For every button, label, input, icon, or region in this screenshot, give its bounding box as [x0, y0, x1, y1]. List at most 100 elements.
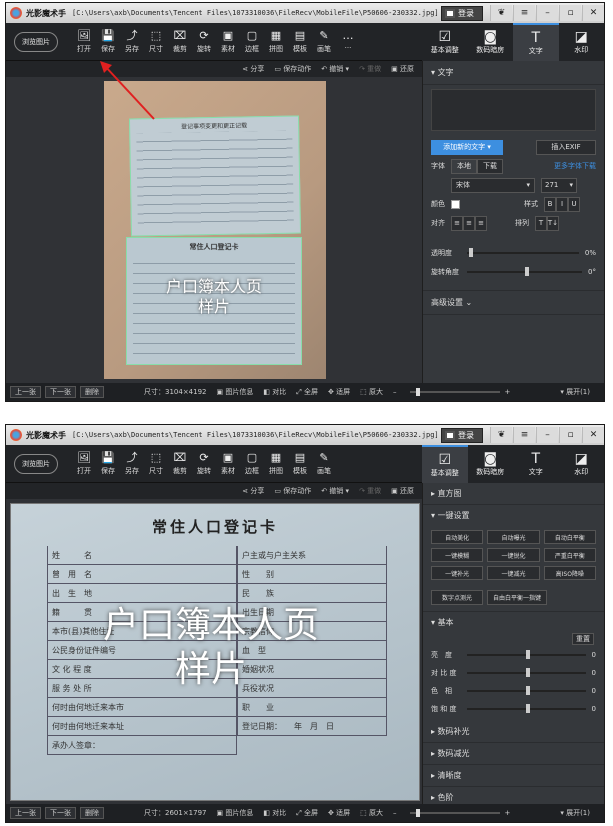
rotate-slider[interactable] [467, 267, 583, 276]
tab-text[interactable]: T 文字 [513, 23, 559, 61]
save-button[interactable]: 💾 保存 [96, 29, 120, 54]
expand-button[interactable]: ▾ 展开(1) [560, 808, 590, 818]
prev-button[interactable]: 上一张 [10, 386, 41, 398]
basic-section[interactable]: ▾ 基本 [423, 611, 604, 633]
align-right-icon[interactable]: ≡ [475, 215, 487, 231]
align-left-icon[interactable]: ≡ [451, 215, 463, 231]
crop-button[interactable]: ⌧ 裁剪 [168, 451, 192, 476]
rotate-button[interactable]: ⟳ 旋转 [192, 451, 216, 476]
redo-button[interactable]: ↷ 重做 [359, 64, 381, 74]
adjust-slider[interactable] [467, 650, 586, 659]
opacity-slider[interactable] [467, 248, 579, 257]
login-button[interactable]: 登录 [441, 5, 483, 21]
tab-text[interactable]: T 文字 [513, 445, 559, 483]
image-canvas[interactable]: 常住人口登记卡 姓 名曾 用 名出 生 地籍 贯本市(县)其他住址 公民身份证件编… [6, 499, 424, 805]
restore-button[interactable]: ▣ 还原 [391, 486, 414, 496]
adjust-slider[interactable] [467, 704, 586, 713]
tab-watermark[interactable]: ◪ 水印 [559, 23, 605, 61]
tab-darkroom[interactable]: ◙ 数码暗房 [468, 445, 514, 483]
adjust-section[interactable]: ▸ 清晰度 [423, 765, 604, 787]
onekey-button[interactable]: 严重白平衡 [543, 548, 596, 562]
onekey-button[interactable]: 一键减光 [487, 566, 540, 580]
font-select[interactable]: 宋体 ▾ [451, 177, 535, 193]
horizontal-text-icon[interactable]: T [535, 215, 547, 231]
brush-button[interactable]: ✎ 画笔 [312, 451, 336, 476]
collage-button[interactable]: ▦ 拼图 [264, 451, 288, 476]
compare-button[interactable]: ◧ 对比 [263, 808, 286, 818]
undo-button[interactable]: ↶ 撤销 ▾ [321, 64, 349, 74]
image-info-button[interactable]: ▣ 图片信息 [217, 808, 254, 818]
fit-button[interactable]: ✥ 适屏 [328, 387, 350, 397]
maximize-icon[interactable]: ▫ [559, 427, 581, 443]
undo-button[interactable]: ↶ 撤销 ▾ [321, 486, 349, 496]
tab-basic-adjust[interactable]: ☑ 基本调整 [422, 445, 468, 483]
text-input-area[interactable] [431, 89, 596, 131]
save-button[interactable]: 💾 保存 [96, 451, 120, 476]
zoom-slider[interactable] [410, 809, 501, 817]
italic-button[interactable]: I [556, 196, 568, 212]
onekey-button[interactable]: 自动曝光 [487, 530, 540, 544]
menu-icon[interactable]: ≡ [513, 5, 535, 21]
menu-icon[interactable]: ≡ [513, 427, 535, 443]
fullscreen-button[interactable]: ⤢ 全屏 [296, 387, 318, 397]
size-button[interactable]: ⬚ 尺寸 [144, 451, 168, 476]
save-action-button[interactable]: ▭ 保存动作 [274, 486, 311, 496]
original-size-button[interactable]: ⬚ 原大 [360, 808, 383, 818]
local-font-tab[interactable]: 本地 [451, 158, 477, 174]
add-text-button[interactable]: 添加新的文字 ▾ [431, 139, 503, 155]
minimize-icon[interactable]: – [536, 427, 558, 443]
rotate-button[interactable]: ⟳ 旋转 [192, 29, 216, 54]
save-action-button[interactable]: ▭ 保存动作 [274, 64, 311, 74]
save-as-button[interactable]: ⤴ 另存 [120, 29, 144, 54]
template-button[interactable]: ▤ 模板 [288, 451, 312, 476]
original-size-button[interactable]: ⬚ 原大 [360, 387, 383, 397]
vertical-text-icon[interactable]: T↓ [547, 215, 559, 231]
download-font-tab[interactable]: 下载 [477, 158, 503, 174]
zoom-out-icon[interactable]: – [393, 809, 397, 817]
zoom-in-icon[interactable]: + [504, 388, 510, 396]
login-button[interactable]: 登录 [441, 427, 483, 443]
histogram-section[interactable]: ▸ 直方图 [423, 483, 604, 505]
open-button[interactable]: 🖼 打开 [72, 29, 96, 54]
collage-button[interactable]: ▦ 拼图 [264, 29, 288, 54]
maximize-icon[interactable]: ▫ [559, 5, 581, 21]
skin-icon[interactable]: ❦ [490, 427, 512, 443]
tab-basic-adjust[interactable]: ☑ 基本调整 [422, 23, 468, 61]
expand-button[interactable]: ▾ 展开(1) [560, 387, 590, 397]
delete-button[interactable]: 删除 [80, 386, 104, 398]
digital-flash-button[interactable]: 数字点测光 [431, 590, 483, 605]
close-icon[interactable]: ✕ [582, 427, 604, 443]
redo-button[interactable]: ↷ 重做 [359, 486, 381, 496]
adjust-section[interactable]: ▸ 数码减光 [423, 743, 604, 765]
zoom-out-icon[interactable]: – [393, 388, 397, 396]
image-canvas[interactable]: 登记事项变更和更正记载 常住人口登记卡 户口簿本人页 样片 [6, 61, 424, 383]
share-button[interactable]: ⋖ 分享 [242, 64, 264, 74]
restore-button[interactable]: ▣ 还原 [391, 64, 414, 74]
white-balance-button[interactable]: 自由白平衡一指键 [487, 590, 547, 605]
save-as-button[interactable]: ⤴ 另存 [120, 451, 144, 476]
more-button[interactable]: … ··· [336, 29, 360, 54]
onekey-button[interactable]: 一键模糊 [431, 548, 484, 562]
browse-button[interactable]: 浏览图片 [14, 31, 58, 52]
reset-button[interactable]: 重置 [572, 633, 594, 645]
color-swatch[interactable] [451, 199, 460, 209]
minimize-icon[interactable]: – [536, 5, 558, 21]
bold-button[interactable]: B [544, 196, 556, 212]
tab-darkroom[interactable]: ◙ 数码暗房 [468, 23, 514, 61]
onekey-button[interactable]: 高ISO降噪 [543, 566, 596, 580]
fit-button[interactable]: ✥ 适屏 [328, 808, 350, 818]
adjust-slider[interactable] [467, 668, 586, 677]
prev-button[interactable]: 上一张 [10, 807, 41, 819]
zoom-in-icon[interactable]: + [504, 809, 510, 817]
close-icon[interactable]: ✕ [582, 5, 604, 21]
browse-button[interactable]: 浏览图片 [14, 453, 58, 474]
onekey-section[interactable]: ▾ 一键设置 [423, 505, 604, 526]
advanced-settings[interactable]: 高级设置 ⌄ [423, 290, 604, 315]
insert-exif-button[interactable]: 插入EXIF [536, 139, 596, 155]
font-size-select[interactable]: 271 ▾ [541, 177, 577, 193]
brush-button[interactable]: ✎ 画笔 [312, 29, 336, 54]
crop-button[interactable]: ⌧ 裁剪 [168, 29, 192, 54]
onekey-button[interactable]: 自动美化 [431, 530, 484, 544]
onekey-button[interactable]: 一键锐化 [487, 548, 540, 562]
border-button[interactable]: ▢ 边框 [240, 29, 264, 54]
